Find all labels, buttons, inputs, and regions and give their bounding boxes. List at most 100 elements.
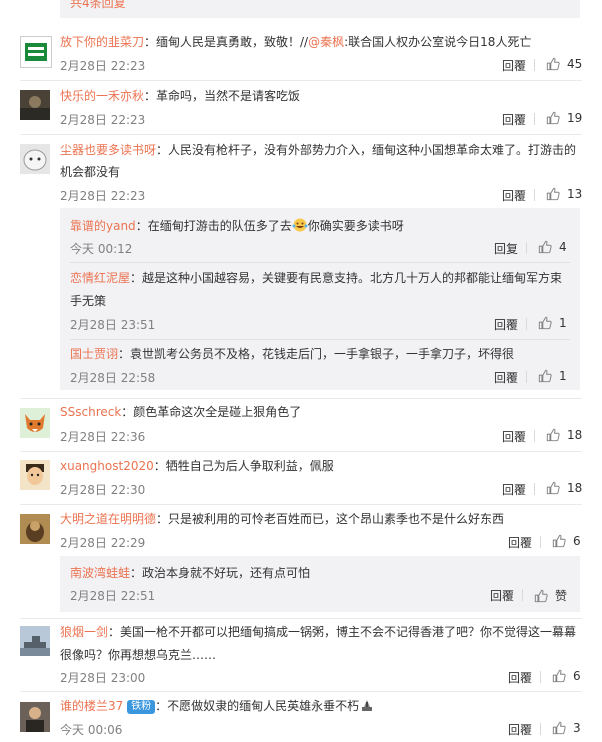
reply-button[interactable]: 回覆 [502,111,526,128]
like-button[interactable]: 1 [538,316,567,330]
divider [534,113,535,125]
timestamp: 2月28日 22:58 [70,371,156,385]
reply-button[interactable]: 回覆 [508,721,532,738]
timestamp: 2月28日 22:23 [60,113,146,127]
reply-button[interactable]: 回覆 [502,57,526,74]
reply-button[interactable]: 回覆 [508,534,532,551]
username-link[interactable]: 南波湾蛙蛙 [70,566,130,580]
avatar[interactable] [20,144,50,174]
username-link[interactable]: 国士贾诩 [70,347,118,361]
username-link[interactable]: 大明之道在明明德 [60,512,156,526]
timestamp: 2月28日 22:29 [60,536,146,550]
avatar[interactable] [20,460,50,490]
reply-summary-box: 共4条回复 [60,0,580,18]
avatar[interactable] [20,626,50,656]
like-button[interactable]: 18 [546,481,582,495]
divider [526,318,527,330]
comment-text: 大明之道在明明德：只是被利用的可怜老百姓而已，这个昂山素季也不是什么好东西 [60,512,505,526]
divider [526,371,527,383]
subreply-text: 国士贾诩：袁世凯考公务员不及格，花钱走后门，一手拿银子，一手拿刀子，坏得很 [70,347,515,361]
reply-button[interactable]: 回覆 [508,669,532,686]
comment-text-continued: 很像吗？你再想想乌克兰…… [60,648,217,662]
like-button[interactable]: 19 [546,111,582,125]
comment-text: 谁的楼兰37 铁粉 ：不愿做奴隶的缅甸人民英雄永垂不朽 [60,696,375,716]
like-button[interactable]: 4 [538,240,567,254]
subreply-text-continued: 手无策 [70,294,107,308]
timestamp: 今天 00:12 [70,242,133,256]
reply-button[interactable]: 回覆 [502,428,526,445]
divider [540,671,541,683]
reply-button[interactable]: 回覆 [502,481,526,498]
like-button[interactable]: 18 [546,428,582,442]
timestamp: 2月28日 22:51 [70,589,156,603]
thumbs-up-icon [546,187,560,201]
divider [20,134,582,135]
fan-badge: 铁粉 [127,700,156,714]
thumbs-up-icon [546,57,560,71]
username-link[interactable]: 恋情红泥屋 [70,271,130,285]
thumbs-up-icon [534,589,548,603]
mention-link[interactable]: @秦枫 [308,35,344,49]
timestamp: 今天 00:06 [60,723,123,737]
thumbs-up-icon [552,534,566,548]
username-link[interactable]: 狼烟一剑 [60,625,108,639]
candle-tribute-emoji-icon [359,698,375,712]
like-button[interactable]: 赞 [534,587,567,604]
avatar[interactable] [20,90,50,120]
thumbs-up-icon [538,316,552,330]
comment-text: 尘器也要多读书呀：人民没有枪杆子，没有外部势力介入，缅甸这种小国想革命太难了。打… [60,143,577,157]
timestamp: 2月28日 22:23 [60,189,146,203]
comment-text: SSschreck：颜色革命这次全是碰上狠角色了 [60,405,302,419]
username-link[interactable]: 放下你的韭菜刀 [60,35,144,49]
divider [534,189,535,201]
reply-button[interactable]: 回覆 [502,187,526,204]
like-button[interactable]: 6 [552,669,581,683]
divider [540,536,541,548]
timestamp: 2月28日 23:51 [70,318,156,332]
like-button[interactable]: 45 [546,57,582,71]
reply-button[interactable]: 回复 [494,240,518,257]
username-link[interactable]: SSschreck [60,405,121,419]
divider [20,451,582,452]
thumbs-up-icon [546,481,560,495]
username-link[interactable]: xuanghost2020 [60,459,154,473]
like-button[interactable]: 13 [546,187,582,201]
reply-button[interactable]: 回覆 [490,587,514,604]
thumbs-up-icon [552,721,566,735]
thumbs-up-icon [546,428,560,442]
thumbs-up-icon [552,669,566,683]
timestamp: 2月28日 22:36 [60,430,146,444]
divider [20,618,582,619]
timestamp: 2月28日 23:00 [60,671,146,685]
timestamp: 2月28日 22:23 [60,59,146,73]
subreply-text: 南波湾蛙蛙：政治本身就不好玩，还有点可怕 [70,566,311,580]
avatar[interactable] [20,702,50,732]
divider [20,398,582,399]
divider [534,59,535,71]
subreply-text: 靠谱的yand：在缅甸打游击的队伍多了去 你确实要多读书呀 [70,218,404,233]
avatar[interactable] [20,408,50,438]
divider [20,691,582,692]
more-replies-link[interactable]: 共4条回复 [70,0,126,11]
comment-text: 放下你的韭菜刀：缅甸人民是真勇敢，致敬！//@秦枫:联合国人权办公室说今日18人… [60,35,532,49]
thumbs-up-icon [538,240,552,254]
reply-button[interactable]: 回覆 [494,316,518,333]
subreply-text: 恋情红泥屋：越是这种小国越容易，关键要有民意支持。北方几十万人的邦都能让缅甸军方… [70,271,563,285]
username-link[interactable]: 尘器也要多读书呀 [60,143,156,157]
username-link[interactable]: 靠谱的yand [70,219,136,233]
username-link[interactable]: 谁的楼兰37 [60,699,123,713]
like-button[interactable]: 3 [552,721,581,735]
thumbs-up-icon [538,369,552,383]
avatar[interactable] [20,36,52,68]
comment-text-continued: 机会都没有 [60,165,121,179]
avatar[interactable] [20,514,50,544]
username-link[interactable]: 快乐的一禾亦秋 [60,89,144,103]
timestamp: 2月28日 22:30 [60,483,146,497]
reply-button[interactable]: 回覆 [494,369,518,386]
divider [70,262,570,263]
like-button[interactable]: 6 [552,534,581,548]
like-button[interactable]: 1 [538,369,567,383]
thumbs-up-icon [546,111,560,125]
divider [20,80,582,81]
divider [20,504,582,505]
